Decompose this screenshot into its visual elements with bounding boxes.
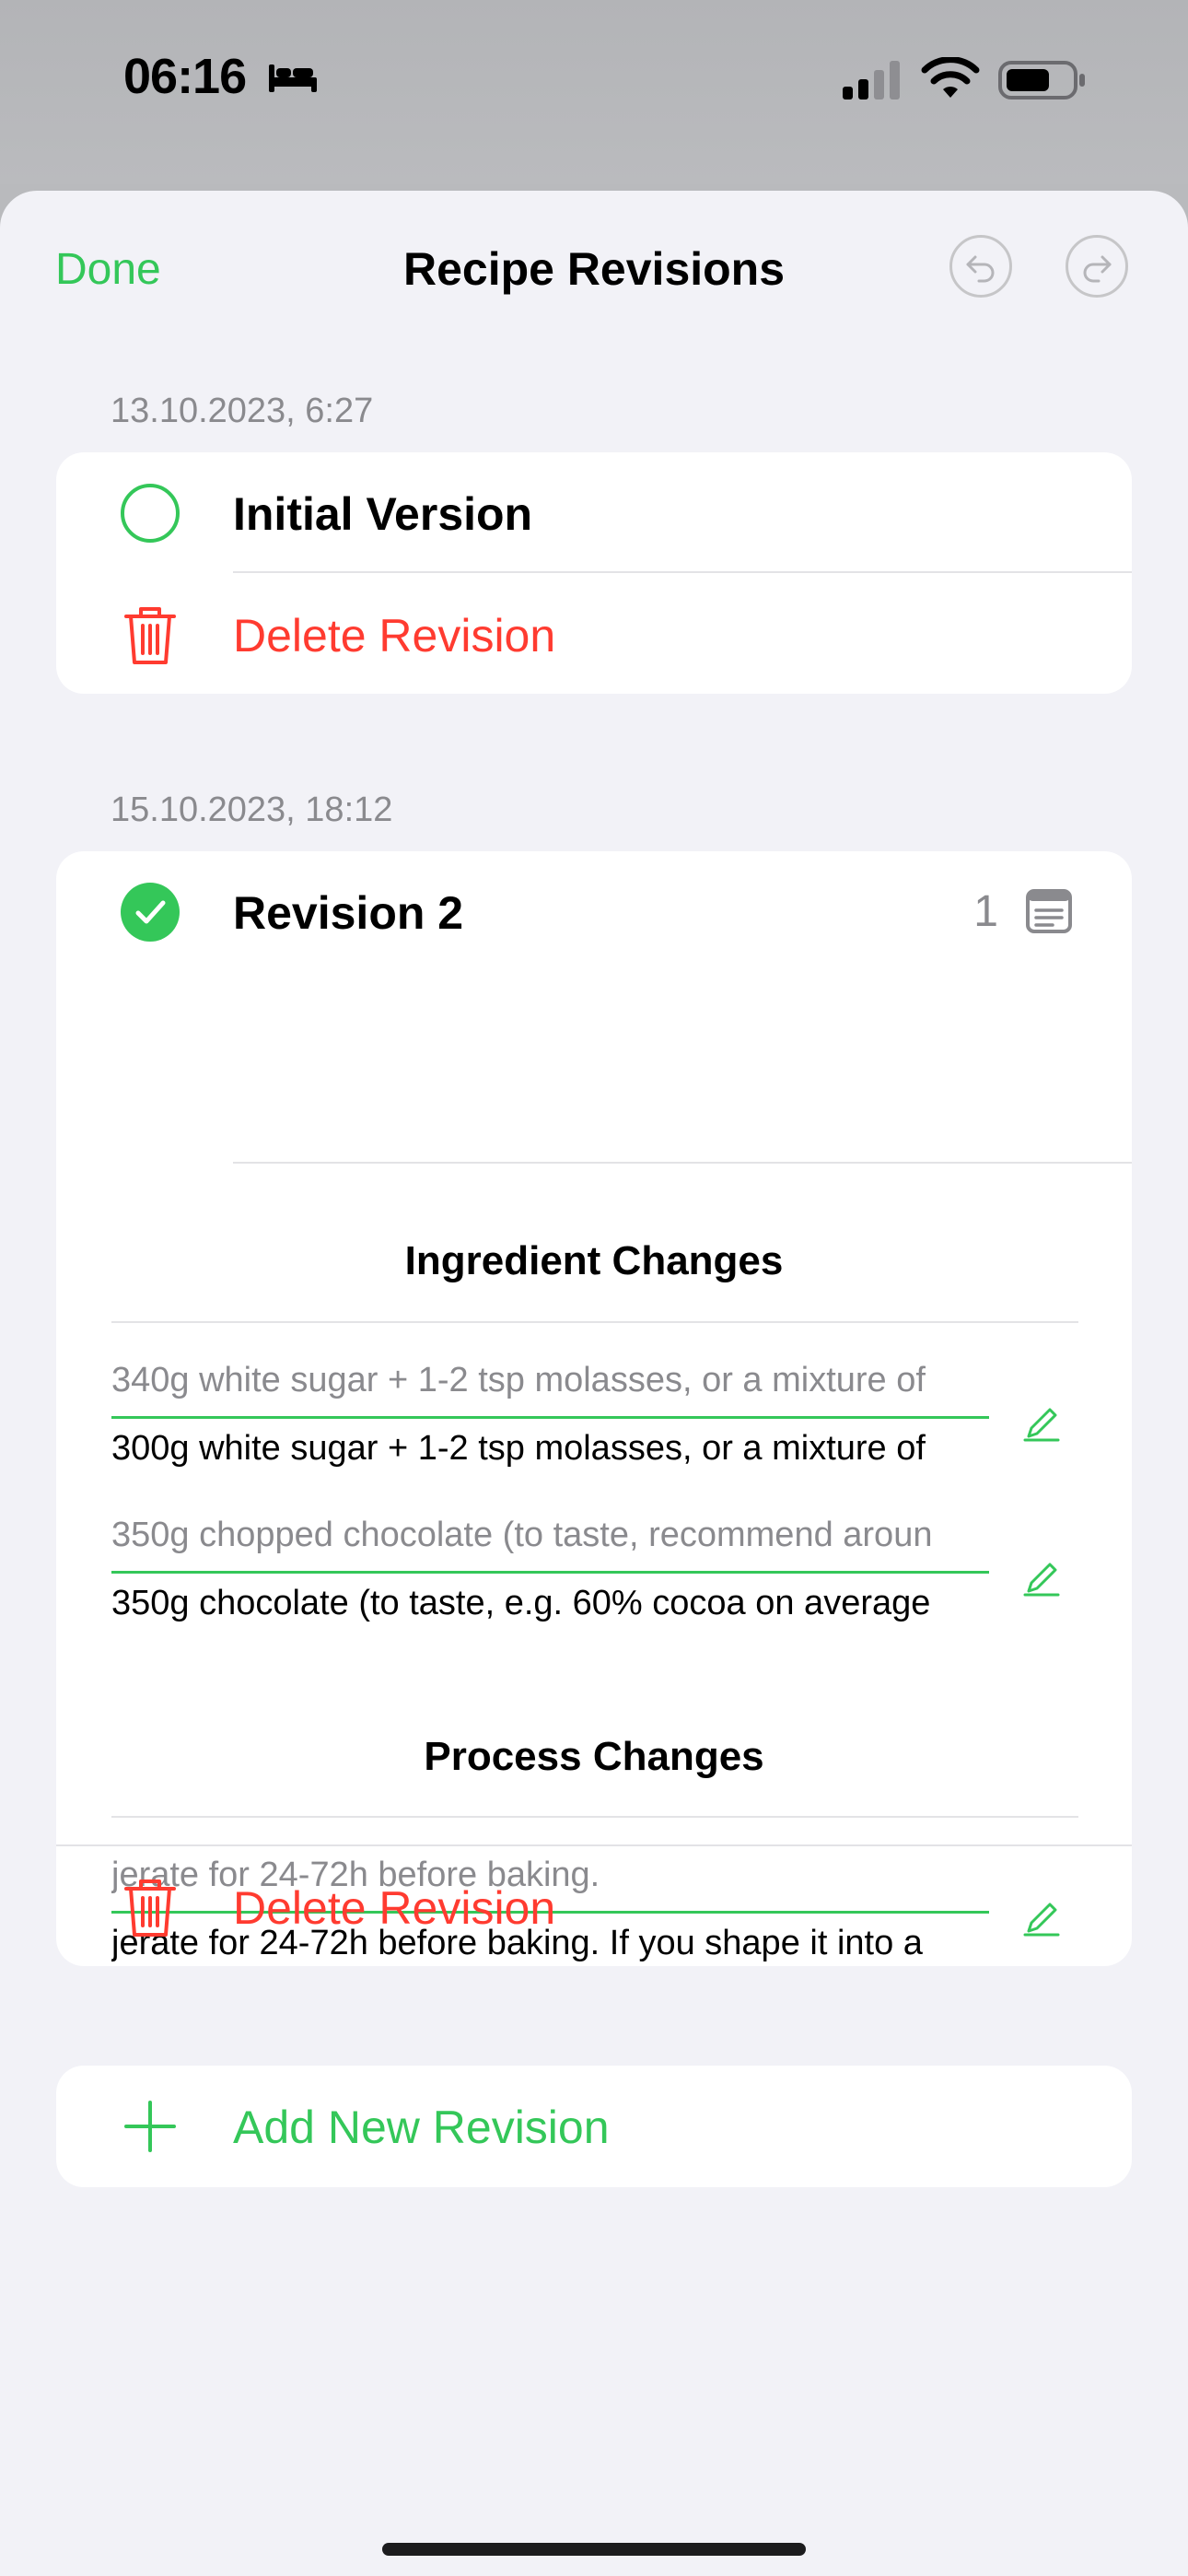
revision-date: 15.10.2023, 18:12 [111,790,393,829]
checkmark-circle-icon [121,883,180,942]
undo-button[interactable] [949,235,1012,298]
notes-icon[interactable] [1025,888,1073,934]
revision-row-initial[interactable]: Initial Version [56,452,1132,572]
home-indicator[interactable] [382,2543,806,2556]
pencil-icon[interactable] [1021,1558,1062,1598]
row-divider [56,1844,1132,1846]
ingredient-changes-title: Ingredient Changes [404,1238,784,1283]
cellular-signal-icon [843,61,900,100]
delete-revision-label: Delete Revision [233,610,556,662]
old-ingredient-text: 350g chopped chocolate (to taste, recomm… [111,1516,933,1554]
ingredient-change-item: 340g white sugar + 1-2 tsp molasses, or … [111,1352,1060,1490]
add-new-revision-label: Add New Revision [233,2102,610,2153]
section-divider [111,1321,1078,1323]
ingredient-change-item: 350g chopped chocolate (to taste, recomm… [111,1506,1060,1645]
redo-button[interactable] [1066,235,1128,298]
trash-icon [124,1879,176,1937]
undo-icon [966,255,995,283]
bed-icon [269,64,317,92]
trash-icon [124,607,176,664]
battery-icon [998,61,1085,100]
add-new-revision-button[interactable]: Add New Revision [56,2066,1132,2187]
revision-name: Initial Version [233,488,533,540]
unselected-circle-icon [121,484,180,543]
revision-card-2: Revision 2 1 Ingredient Changes 340g whi… [56,851,1132,1966]
pencil-icon[interactable] [1021,1403,1062,1444]
process-changes-title: Process Changes [424,1734,764,1779]
revision-row-2[interactable]: Revision 2 1 [56,851,1132,971]
delete-revision-button[interactable]: Delete Revision [56,574,1132,694]
row-divider [233,571,1132,573]
redo-icon [1083,255,1112,283]
row-divider [233,1162,1132,1164]
revisions-sheet: Done Recipe Revisions 13.10.2023, 6:27 I… [0,191,1188,2576]
plus-icon [124,2101,176,2152]
revision-name: Revision 2 [233,887,464,939]
new-ingredient-text: 350g chocolate (to taste, e.g. 60% cocoa… [111,1584,931,1622]
change-rule [111,1571,989,1574]
old-ingredient-text: 340g white sugar + 1-2 tsp molasses, or … [111,1361,926,1399]
change-rule [111,1416,989,1419]
delete-revision-button[interactable]: Delete Revision [56,1848,1132,1968]
wifi-icon [921,57,980,98]
section-divider [111,1816,1078,1818]
status-bar: 06:16 [0,0,1188,184]
revision-date: 13.10.2023, 6:27 [111,392,374,430]
delete-revision-label: Delete Revision [233,1882,556,1934]
revision-card-initial: Initial Version Delete Revision [56,452,1132,694]
notes-count: 1 [973,887,998,936]
new-ingredient-text: 300g white sugar + 1-2 tsp molasses, or … [111,1429,926,1468]
status-time: 06:16 [123,49,247,104]
